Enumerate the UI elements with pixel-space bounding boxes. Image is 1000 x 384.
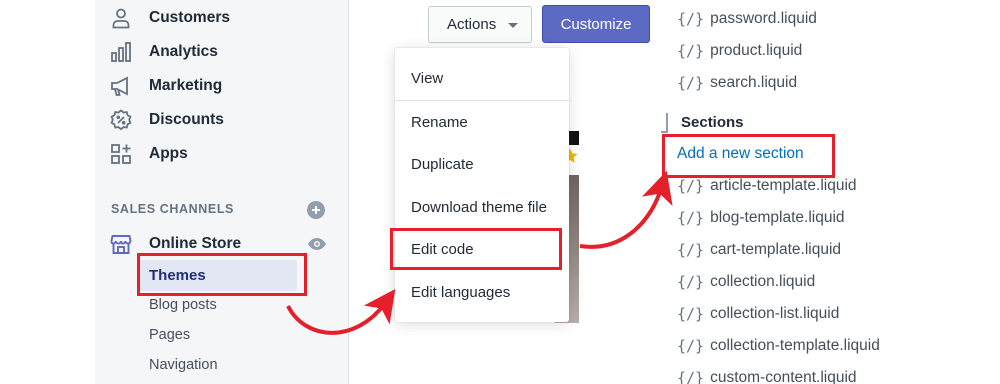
arrow-themes-to-edit-code bbox=[286, 289, 396, 335]
annotation-arrows bbox=[286, 170, 673, 335]
arrow-edit-code-to-add-section bbox=[579, 170, 673, 249]
